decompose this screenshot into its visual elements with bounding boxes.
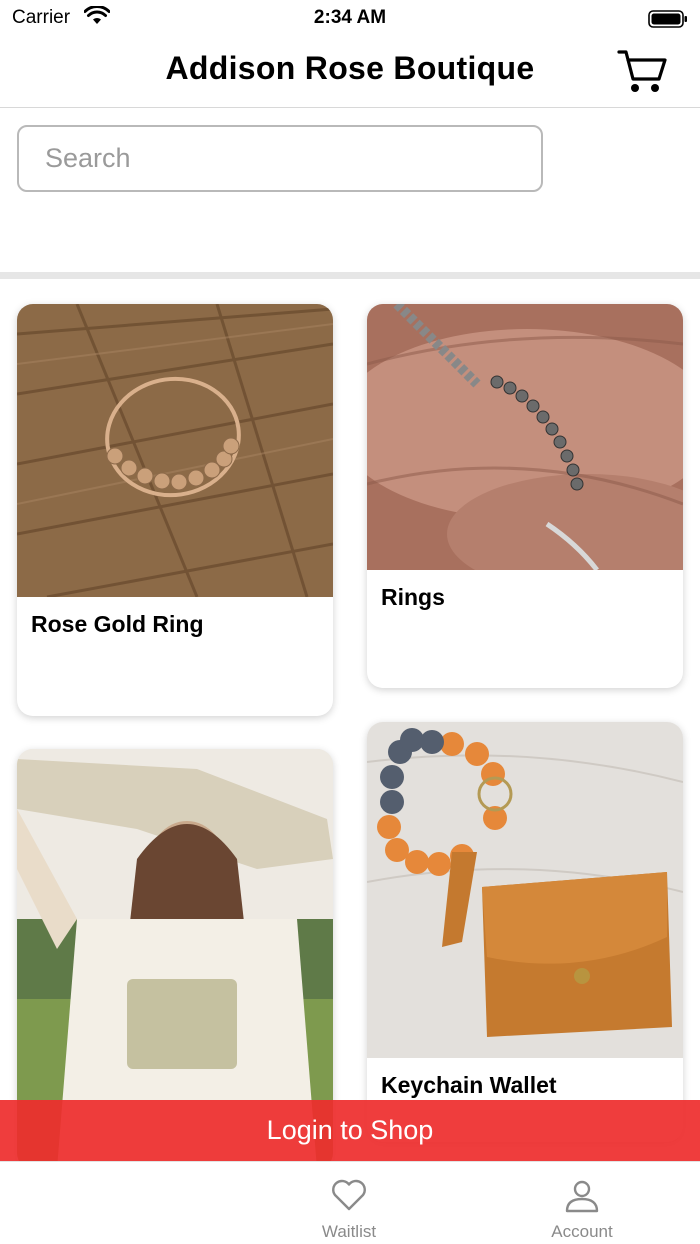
tab-label: Waitlist: [321, 1222, 377, 1241]
heart-icon: [259, 1178, 439, 1212]
cart-icon: [617, 50, 667, 92]
tab-bar: Waitlist Account: [0, 1161, 700, 1244]
search-input[interactable]: [17, 125, 543, 192]
product-image: [367, 722, 683, 1058]
login-to-shop-button[interactable]: Login to Shop: [0, 1100, 700, 1161]
page-title: Addison Rose Boutique: [165, 50, 535, 86]
product-title: Rings: [381, 584, 445, 610]
tab-account[interactable]: Account: [492, 1162, 672, 1244]
cart-button[interactable]: [616, 48, 668, 96]
product-title: Rose Gold Ring: [31, 611, 204, 637]
status-bar: Carrier 2:34 AM: [0, 0, 700, 36]
section-divider: [0, 272, 700, 279]
person-icon: [492, 1178, 672, 1214]
product-card[interactable]: Rings: [367, 304, 683, 688]
product-image: [367, 304, 683, 570]
product-card[interactable]: Keychain Wallet: [367, 722, 683, 1142]
product-card[interactable]: Rose Gold Ring: [17, 304, 333, 716]
search-area: [0, 109, 700, 273]
nav-bar: Addison Rose Boutique: [0, 36, 700, 108]
product-grid: Rose Gold Ring Rings Keychain Wallet: [0, 279, 700, 1161]
clock: 2:34 AM: [313, 7, 387, 28]
battery-icon: [648, 9, 688, 34]
tab-waitlist[interactable]: Waitlist: [259, 1162, 439, 1244]
product-image: [17, 304, 333, 597]
tab-label: Account: [551, 1222, 613, 1241]
